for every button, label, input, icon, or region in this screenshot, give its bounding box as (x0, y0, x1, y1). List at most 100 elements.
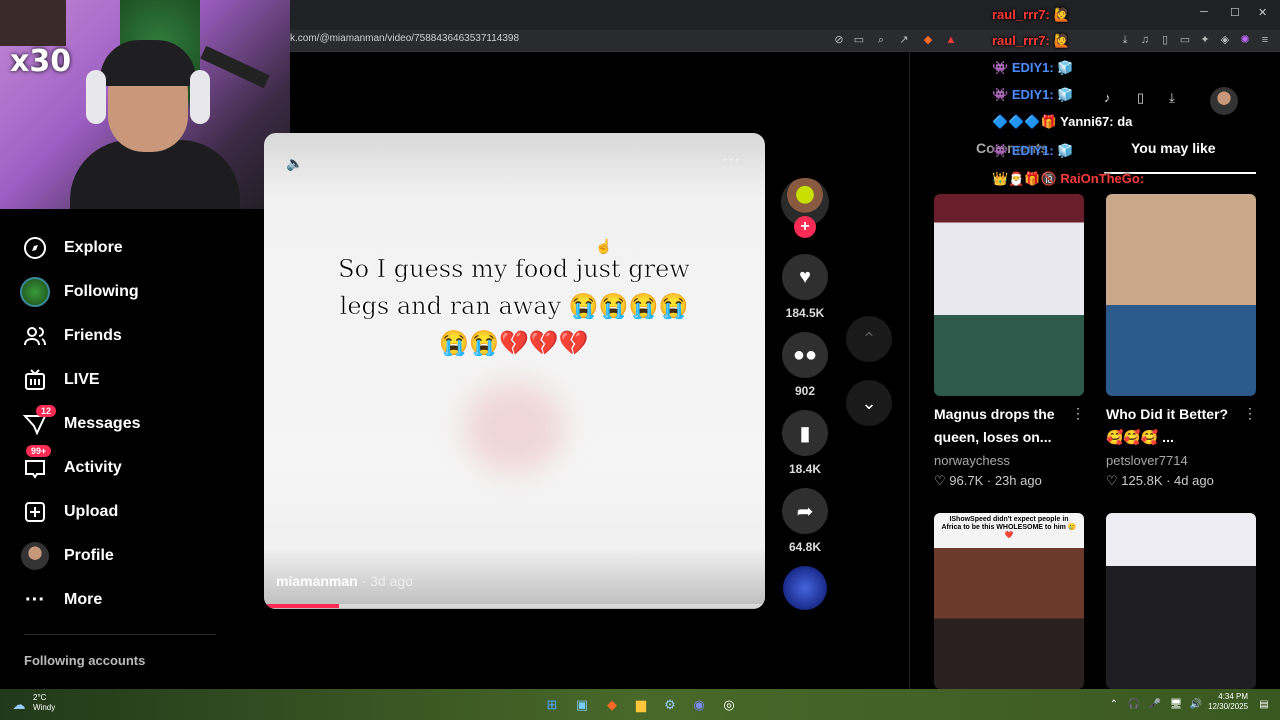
steam-icon[interactable]: ⚙ (660, 695, 680, 715)
video-player[interactable]: So I guess my food just grew legs and ra… (264, 133, 765, 609)
sidebar-item-explore[interactable]: Explore (20, 230, 123, 266)
download-icon[interactable]: ⤓ (1118, 33, 1132, 47)
mic-icon[interactable]: 🎤 (1145, 695, 1165, 715)
emote-icon: 🧊 (1057, 143, 1074, 158)
chat-line: raul_rrr7: 🙋 (992, 33, 1070, 49)
upload-icon (20, 497, 50, 527)
chat-line: raul_rrr7: 🙋 (992, 7, 1070, 23)
suggested-video-user[interactable]: norwaychess (934, 453, 1010, 468)
rewards-icon[interactable]: ▲ (944, 33, 958, 47)
badge-icon: 👾 (992, 87, 1009, 102)
author-name[interactable]: miamanman (276, 573, 358, 589)
sidebar: Explore Following Friends LIVE 12 Messag… (0, 209, 230, 689)
zoom-icon[interactable]: ⌕ (874, 33, 888, 47)
like-action[interactable]: ♥ 184.5K (781, 254, 829, 320)
emote-icon: 🧊 (1057, 87, 1074, 102)
weather-widget[interactable]: 2°C Windy (33, 693, 55, 713)
card-more-icon[interactable]: ⋮ (1243, 405, 1257, 422)
chat-line: 👾 EDIY1: 🧊 (992, 143, 1074, 159)
start-icon[interactable]: ⊞ (542, 695, 562, 715)
phone-icon[interactable]: ▯ (1137, 90, 1144, 106)
sidebar-icon[interactable]: ▯ (1158, 33, 1172, 47)
video-more-icon[interactable]: ··· (722, 151, 741, 169)
suggested-video-title[interactable]: Magnus drops the queen, loses on... (934, 403, 1084, 449)
sidebar-item-more[interactable]: ··· More (20, 582, 102, 618)
suggested-video-thumbnail[interactable] (934, 513, 1084, 689)
minimize-icon[interactable]: ─ (1200, 6, 1208, 18)
suggested-video-thumbnail[interactable] (1106, 513, 1256, 689)
suggested-video-thumbnail[interactable] (1106, 194, 1256, 396)
headset-icon[interactable]: 🎧 (1124, 695, 1144, 715)
sidebar-item-label: Upload (64, 503, 119, 520)
download-video-icon[interactable]: ⤓ (1169, 90, 1175, 106)
share-action[interactable]: ➦ 64.8K (781, 488, 829, 554)
card-likes: 125.8K (1121, 473, 1163, 488)
tray-chevron-icon[interactable]: ⌃ (1104, 695, 1124, 715)
suggested-video-thumbnail[interactable] (934, 194, 1084, 396)
close-icon[interactable]: ✕ (1258, 6, 1267, 19)
follow-plus-icon[interactable]: + (794, 216, 816, 238)
suggested-video-user[interactable]: petslover7714 (1106, 453, 1188, 468)
volume-tray-icon[interactable]: 🔊 (1186, 695, 1206, 715)
task-view-icon[interactable]: ▣ (572, 695, 592, 715)
save-action[interactable]: ▮ 18.4K (781, 410, 829, 476)
tracker-icon[interactable]: ⊘ (832, 33, 846, 47)
sidebar-item-activity[interactable]: 99+ Activity (20, 445, 122, 486)
weather-icon[interactable]: ☁ (9, 695, 29, 715)
notification-icon[interactable]: ▤ (1254, 695, 1274, 715)
title-line: 🥰🥰🥰 ... (1106, 429, 1174, 445)
file-explorer-icon[interactable]: ▆ (631, 695, 651, 715)
comment-action[interactable]: ●● 902 (781, 332, 829, 398)
heart-icon[interactable]: ♥ (782, 254, 828, 300)
menu-icon[interactable]: ≡ (1258, 33, 1272, 47)
maximize-icon[interactable]: ☐ (1230, 6, 1240, 19)
discord-icon[interactable]: ◉ (689, 695, 709, 715)
screenshot-icon[interactable]: ▭ (852, 33, 866, 47)
chat-line: 👑🎅🎁🔞 RaiOnTheGo: (992, 171, 1144, 187)
video-author[interactable]: miamanman · 3d ago (276, 573, 413, 589)
music-icon[interactable]: ♫ (1138, 33, 1152, 47)
activity-icon: 99+ (20, 445, 52, 483)
comment-icon[interactable]: ●● (782, 332, 828, 378)
following-accounts-heading: Following accounts (24, 653, 146, 668)
share-arrow-icon[interactable]: ➦ (782, 488, 828, 534)
comment-count: 902 (794, 384, 816, 398)
vpn-icon[interactable]: ◈ (1218, 33, 1232, 47)
title-line: Magnus drops the (934, 406, 1055, 422)
sidebar-item-label: Activity (64, 459, 122, 476)
title-line: queen, loses on... (934, 429, 1052, 445)
sidebar-item-label: LIVE (64, 371, 100, 388)
sidebar-item-live[interactable]: LIVE (20, 362, 100, 398)
system-clock[interactable]: 4:34 PM 12/30/2025 (1208, 692, 1248, 712)
url-text[interactable]: k.com/@miamanman/video/75884364635371143… (290, 33, 519, 44)
music-disc-icon[interactable] (783, 566, 827, 610)
user-avatar[interactable] (1210, 87, 1238, 115)
chat-user: EDIY1: (1011, 143, 1054, 158)
chat-user: RaiOnTheGo: (1060, 171, 1145, 186)
sidebar-item-following[interactable]: Following (20, 274, 139, 310)
messages-icon: 12 (20, 405, 57, 439)
tab-you-may-like[interactable]: You may like (1131, 140, 1216, 164)
next-video-button[interactable]: ⌄ (846, 380, 892, 426)
wallet-icon[interactable]: ▭ (1178, 33, 1192, 47)
brave-app-icon[interactable]: ◆ (602, 695, 622, 715)
extensions-icon[interactable]: ✦ (1198, 33, 1212, 47)
bookmark-icon[interactable]: ▮ (782, 410, 828, 456)
tiktok-icon[interactable]: ♪ (1104, 90, 1111, 105)
brave-shield-icon[interactable]: ◆ (921, 33, 935, 47)
chat-user: raul_rrr7: (992, 7, 1050, 22)
previous-video-button[interactable]: ⌃ (846, 316, 892, 362)
sidebar-item-profile[interactable]: Profile (20, 538, 114, 574)
volume-icon[interactable]: 🔈 (286, 155, 303, 172)
share-icon[interactable]: ↗ (897, 33, 911, 47)
obs-icon[interactable]: ◎ (719, 695, 739, 715)
video-progress-bar[interactable] (264, 604, 765, 608)
chat-user: EDIY1: (1011, 60, 1054, 75)
sidebar-item-friends[interactable]: Friends (20, 318, 122, 354)
sidebar-item-upload[interactable]: Upload (20, 494, 118, 530)
sidebar-item-messages[interactable]: 12 Messages (20, 405, 141, 442)
suggested-video-title[interactable]: Who Did it Better? 🥰🥰🥰 ... (1106, 403, 1256, 449)
leo-icon[interactable]: ✺ (1238, 33, 1252, 47)
card-more-icon[interactable]: ⋮ (1071, 405, 1085, 422)
network-icon[interactable]: 🖥 (1166, 695, 1186, 715)
